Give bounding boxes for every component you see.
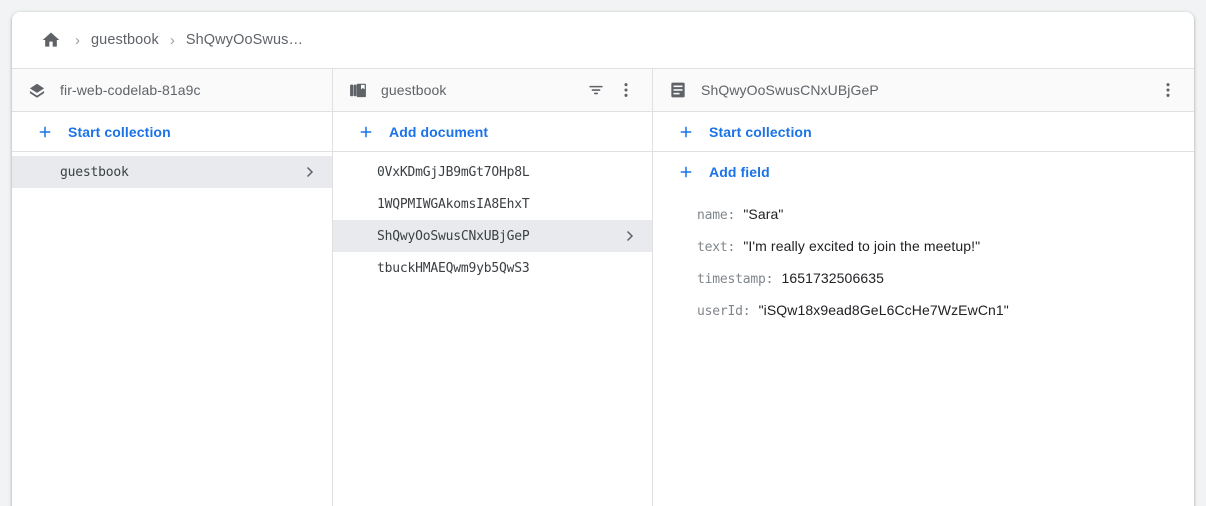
home-icon[interactable] [38, 27, 64, 53]
list-item[interactable]: guestbook [12, 156, 332, 188]
field-key: name [697, 208, 728, 223]
field-key: text [697, 240, 728, 255]
field-colon: : [766, 272, 774, 287]
field-colon: : [728, 240, 736, 255]
breadcrumb-separator-2: › [170, 33, 175, 48]
field-value: "I'm really excited to join the meetup!" [743, 238, 980, 254]
field-row[interactable]: text : "I'm really excited to join the m… [697, 238, 1194, 270]
collection-panel-title: guestbook [381, 82, 447, 98]
firestore-data-browser: › guestbook › ShQwyOoSwus… fir-web-codel… [0, 0, 1206, 506]
chevron-right-icon [612, 227, 638, 245]
panel-document: ShQwyOoSwusCNxUBjGeP [653, 69, 1194, 506]
list-item[interactable]: tbuckHMAEQwm9yb5QwS3 [333, 252, 652, 284]
database-stack-icon [26, 80, 48, 100]
start-collection-label: Start collection [709, 124, 812, 140]
field-key: timestamp [697, 272, 766, 287]
more-vert-icon[interactable] [614, 78, 638, 102]
breadcrumb-item-document[interactable]: ShQwyOoSwus… [186, 32, 303, 48]
document-list: 0VxKDmGjJB9mGt7OHp8L 1WQPMIWGAkomsIA8Ehx… [333, 152, 652, 506]
field-value: "Sara" [743, 206, 783, 222]
list-item[interactable]: ShQwyOoSwusCNxUBjGeP [333, 220, 652, 252]
start-collection-button-root[interactable]: Start collection [12, 112, 332, 152]
root-collection-list: guestbook [12, 152, 332, 506]
field-row[interactable]: name : "Sara" [697, 206, 1194, 238]
document-id: 0VxKDmGjJB9mGt7OHp8L [377, 165, 530, 180]
breadcrumb: › guestbook › ShQwyOoSwus… [12, 12, 1194, 69]
start-collection-button-document[interactable]: Start collection [653, 112, 1194, 152]
field-key: userId [697, 304, 743, 319]
document-header-actions [1156, 78, 1180, 102]
plus-icon [36, 123, 54, 141]
panel-collection: guestbook [333, 69, 653, 506]
document-fields: name : "Sara" text : "I'm really excited… [653, 192, 1194, 506]
document-id: 1WQPMIWGAkomsIA8EhxT [377, 197, 530, 212]
field-value: 1651732506635 [781, 270, 884, 286]
add-document-button[interactable]: Add document [333, 112, 652, 152]
document-panel-title: ShQwyOoSwusCNxUBjGeP [701, 82, 879, 98]
root-panel-header: fir-web-codelab-81a9c [12, 69, 332, 112]
field-value: "iSQw18x9ead8GeL6CcHe7WzEwCn1" [759, 302, 1009, 318]
more-vert-icon[interactable] [1156, 78, 1180, 102]
document-icon [667, 80, 689, 100]
add-field-button[interactable]: Add field [653, 152, 1194, 192]
field-row[interactable]: userId : "iSQw18x9ead8GeL6CcHe7WzEwCn1" [697, 302, 1194, 334]
breadcrumb-item-guestbook[interactable]: guestbook [91, 32, 159, 48]
chevron-right-icon [292, 163, 318, 181]
collection-name: guestbook [60, 165, 129, 180]
plus-icon [357, 123, 375, 141]
field-colon: : [728, 208, 736, 223]
root-panel-title: fir-web-codelab-81a9c [60, 82, 201, 98]
plus-icon [677, 163, 695, 181]
plus-icon [677, 123, 695, 141]
breadcrumb-separator-1: › [75, 33, 80, 48]
collection-header-actions [584, 78, 638, 102]
document-id: ShQwyOoSwusCNxUBjGeP [377, 229, 530, 244]
add-document-label: Add document [389, 124, 488, 140]
document-panel-header: ShQwyOoSwusCNxUBjGeP [653, 69, 1194, 112]
console-card: › guestbook › ShQwyOoSwus… fir-web-codel… [12, 12, 1194, 506]
collection-panel-header: guestbook [333, 69, 652, 112]
field-colon: : [743, 304, 751, 319]
collection-icon [347, 80, 369, 100]
start-collection-label: Start collection [68, 124, 171, 140]
list-item[interactable]: 0VxKDmGjJB9mGt7OHp8L [333, 156, 652, 188]
list-item[interactable]: 1WQPMIWGAkomsIA8EhxT [333, 188, 652, 220]
browser-columns: fir-web-codelab-81a9c Start collection g… [12, 69, 1194, 506]
panel-root: fir-web-codelab-81a9c Start collection g… [12, 69, 333, 506]
document-id: tbuckHMAEQwm9yb5QwS3 [377, 261, 530, 276]
add-field-label: Add field [709, 164, 770, 180]
field-row[interactable]: timestamp : 1651732506635 [697, 270, 1194, 302]
filter-icon[interactable] [584, 78, 608, 102]
